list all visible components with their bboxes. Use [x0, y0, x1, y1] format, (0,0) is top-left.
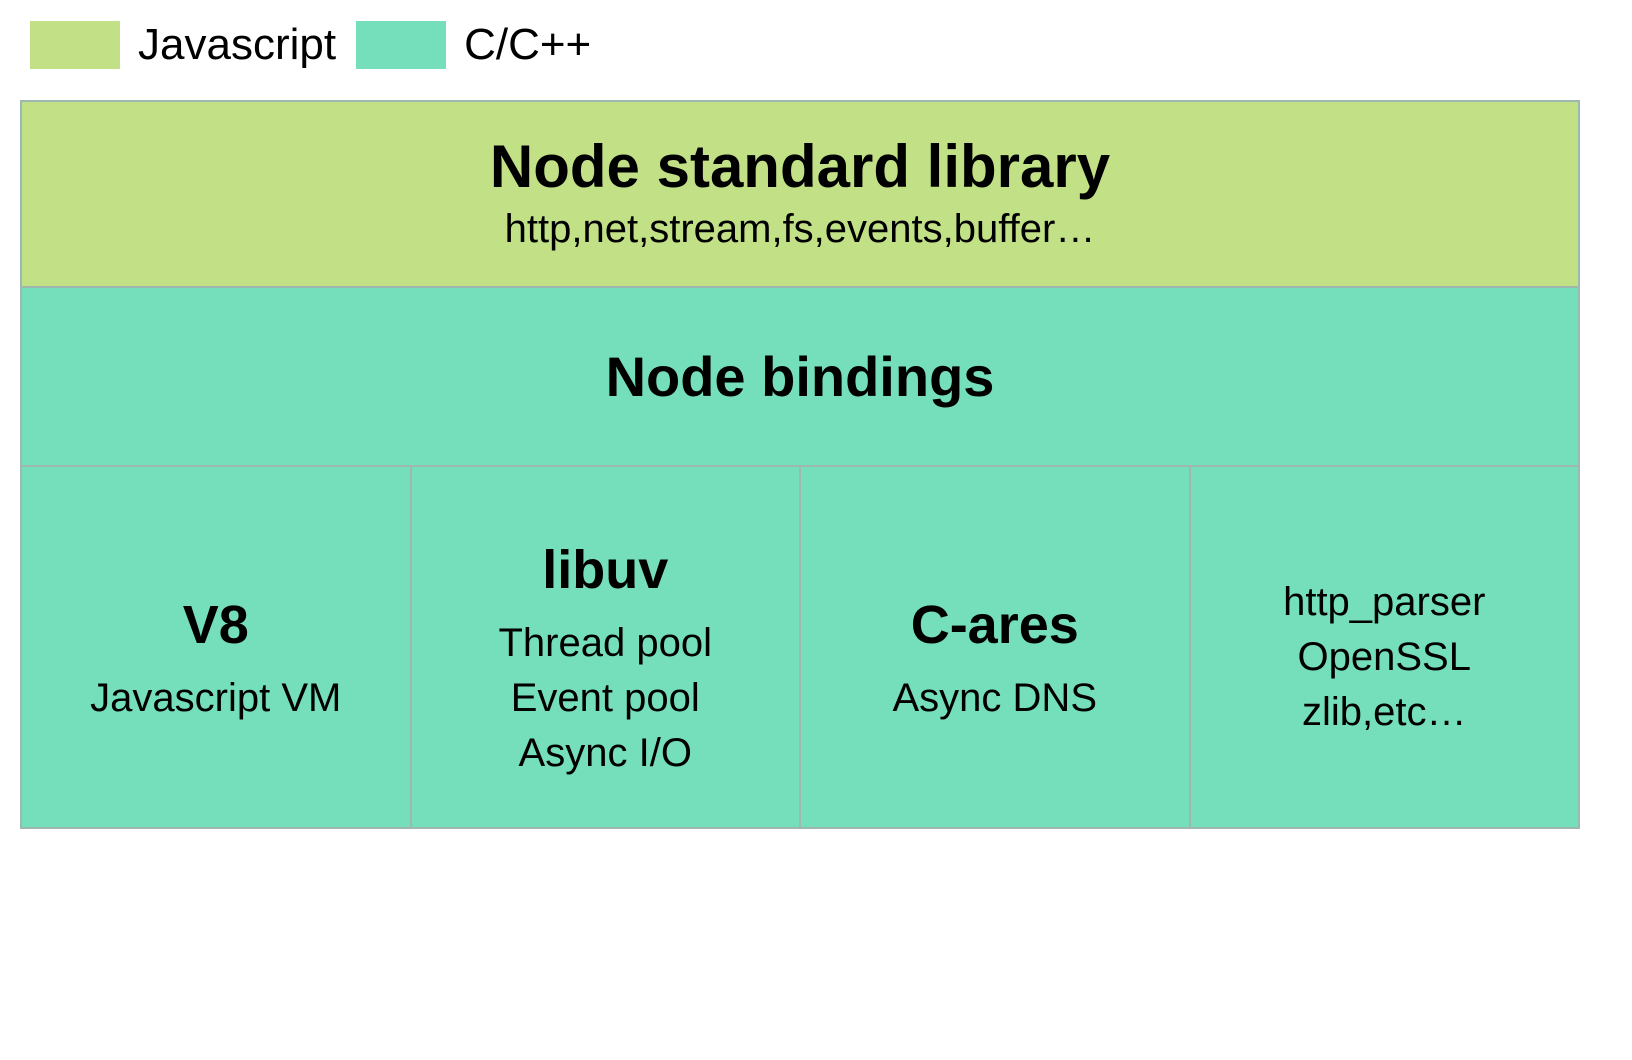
box-c-ares-line: Async DNS — [893, 676, 1098, 721]
layer-node-bindings: Node bindings — [22, 288, 1578, 467]
legend-item-js: Javascript — [30, 20, 336, 70]
box-misc-line-2: OpenSSL — [1298, 635, 1471, 680]
box-libuv-line-3: Async I/O — [519, 731, 692, 776]
legend-label-js: Javascript — [138, 20, 336, 70]
box-v8: V8 Javascript VM — [22, 467, 410, 827]
legend-label-c: C/C++ — [464, 20, 591, 70]
architecture-diagram: Node standard library http,net,stream,fs… — [20, 100, 1580, 829]
legend-item-c: C/C++ — [356, 20, 591, 70]
box-misc-line-1: http_parser — [1283, 580, 1485, 625]
swatch-js — [30, 21, 120, 69]
stdlib-title: Node standard library — [32, 132, 1568, 201]
box-v8-title: V8 — [183, 594, 249, 656]
box-v8-line: Javascript VM — [90, 676, 341, 721]
box-libuv-title: libuv — [542, 539, 668, 601]
legend: Javascript C/C++ — [30, 20, 1612, 70]
box-c-ares-title: C-ares — [911, 594, 1079, 656]
bindings-title: Node bindings — [32, 344, 1568, 409]
box-libuv-line-1: Thread pool — [499, 621, 712, 666]
stdlib-subtitle: http,net,stream,fs,events,buffer… — [32, 207, 1568, 252]
swatch-c — [356, 21, 446, 69]
layer-native-components: V8 Javascript VM libuv Thread pool Event… — [22, 467, 1578, 827]
box-libuv: libuv Thread pool Event pool Async I/O — [410, 467, 800, 827]
box-misc: http_parser OpenSSL zlib,etc… — [1189, 467, 1579, 827]
box-misc-line-3: zlib,etc… — [1302, 690, 1467, 735]
layer-node-stdlib: Node standard library http,net,stream,fs… — [22, 102, 1578, 288]
box-libuv-line-2: Event pool — [511, 676, 700, 721]
box-c-ares: C-ares Async DNS — [799, 467, 1189, 827]
